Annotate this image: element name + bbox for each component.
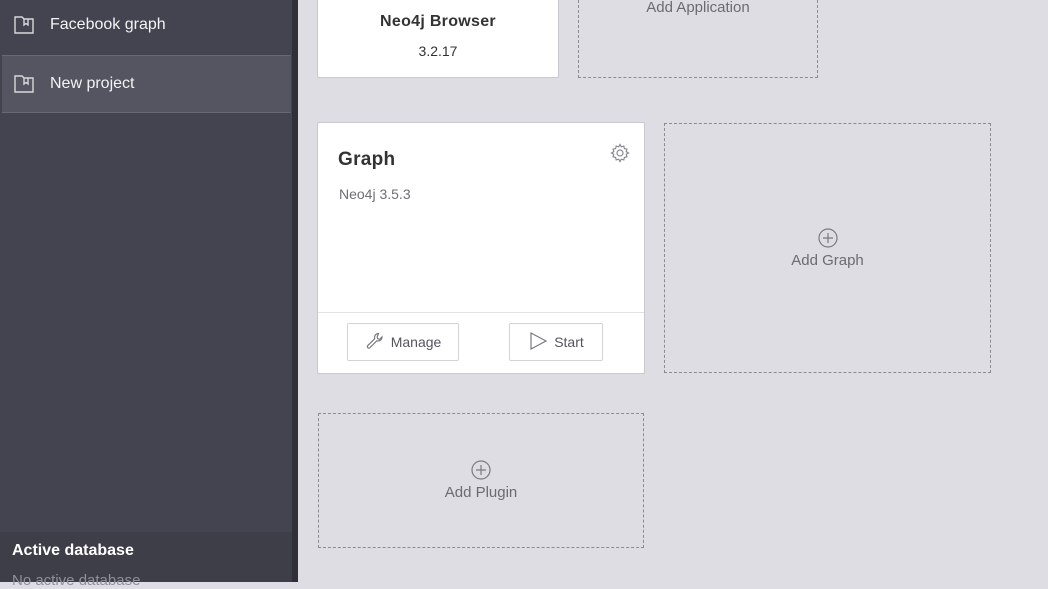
project-item-label: New project [50,75,135,92]
project-folder-icon [12,13,36,37]
project-item-label: Facebook graph [50,16,166,33]
add-graph-label: Add Graph [791,251,864,269]
graph-card-footer: Manage Start [318,312,644,373]
add-plugin-label: Add Plugin [444,484,518,501]
sidebar-divider [292,0,298,582]
graph-card[interactable]: Graph Neo4j 3.5.3 Manage Start [317,122,645,374]
add-circle-icon [817,227,838,248]
application-name: Neo4j Browser [380,13,496,30]
application-version: 3.2.17 [418,43,458,59]
active-database-status: No active database [12,572,141,589]
graph-title: Graph [338,149,396,170]
active-database-title: Active database [12,542,134,559]
active-database-panel: Active database No active database [0,532,292,589]
wrench-icon [365,331,385,354]
project-item-facebook-graph[interactable]: Facebook graph [2,0,291,53]
add-application-label: Add Application [646,0,750,16]
play-icon [528,331,548,354]
start-button-label: Start [554,334,584,350]
graph-version: Neo4j 3.5.3 [339,186,411,202]
add-application-button[interactable]: Add Application [578,0,818,78]
application-card-neo4j-browser[interactable]: Neo4j Browser 3.2.17 [317,0,559,78]
manage-button-label: Manage [390,334,442,350]
start-button[interactable]: Start [509,323,603,361]
manage-button[interactable]: Manage [347,323,459,361]
add-circle-icon [471,460,491,480]
sidebar: Facebook graph New project Active databa… [0,0,292,589]
gear-icon[interactable] [610,143,630,163]
add-plugin-button[interactable]: Add Plugin [318,413,644,548]
add-graph-button[interactable]: Add Graph [664,123,991,373]
project-folder-icon [12,72,36,96]
project-item-new-project[interactable]: New project [2,55,291,113]
